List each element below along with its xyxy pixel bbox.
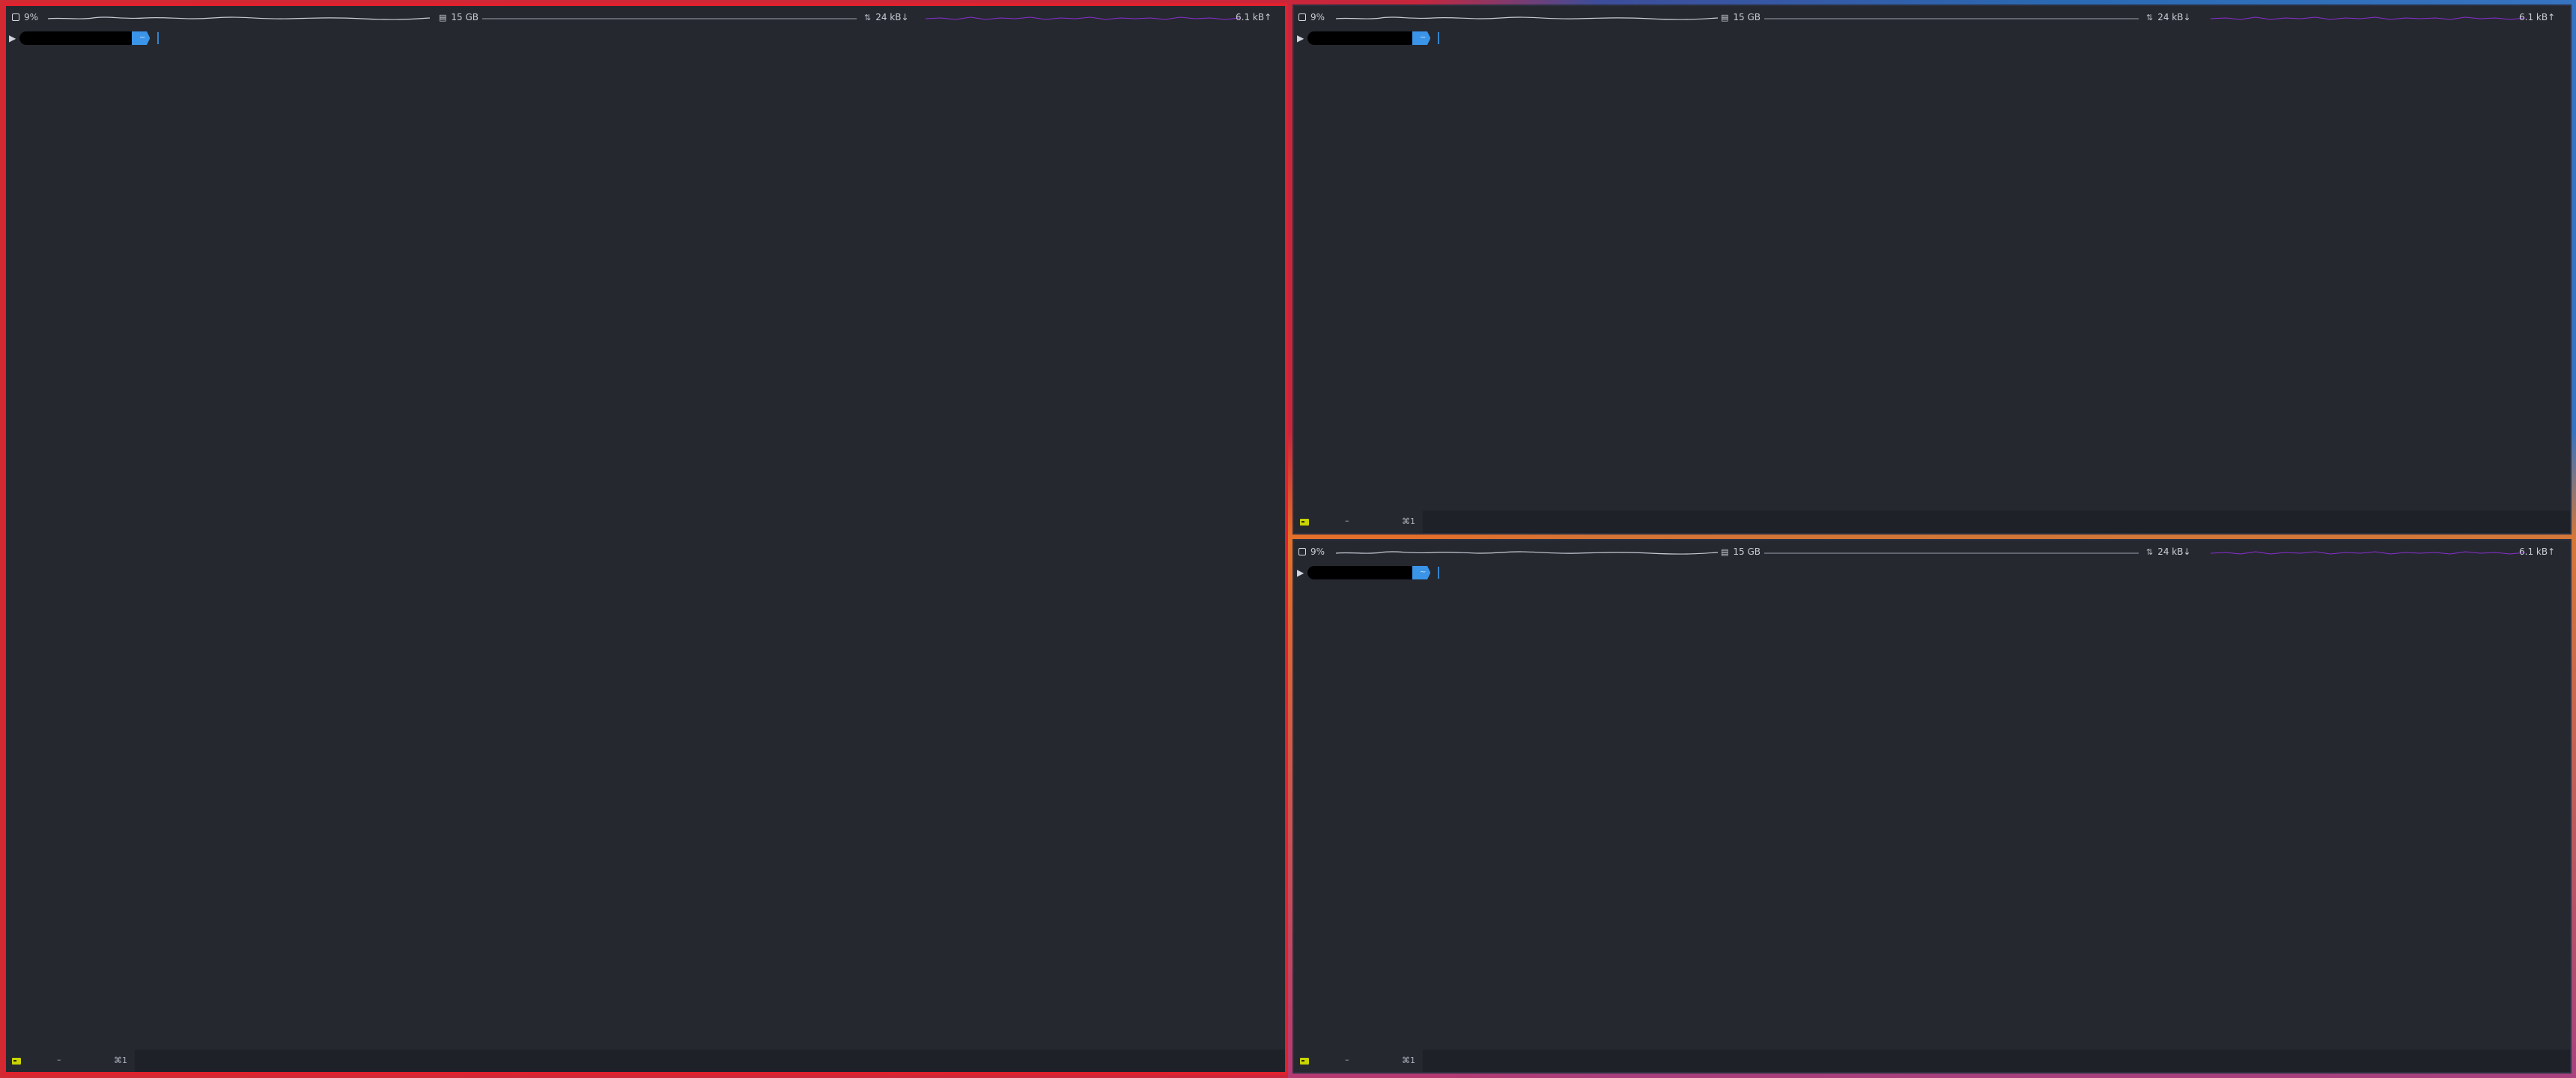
download-value: 24 kB↓ bbox=[2157, 546, 2191, 557]
upload-value: 6.1 kB↑ bbox=[2519, 12, 2556, 22]
memory-indicator: ▤ 15 GB bbox=[439, 10, 479, 24]
memory-sparkline bbox=[1764, 18, 2139, 19]
cpu-indicator: 9% bbox=[1298, 545, 1325, 558]
tab-shortcut: ⌘1 bbox=[1402, 1056, 1415, 1065]
upload-sparkline bbox=[926, 16, 1240, 20]
prompt-line[interactable]: ▶ ~ bbox=[9, 30, 160, 46]
memory-icon: ▤ bbox=[1721, 546, 1729, 557]
prompt-directory-segment: ~ bbox=[1412, 566, 1431, 579]
cpu-value: 9% bbox=[1310, 12, 1325, 22]
prompt-user-segment bbox=[19, 31, 132, 45]
network-icon: ⇅ bbox=[2146, 546, 2154, 557]
prompt-directory-segment: ~ bbox=[132, 31, 151, 45]
status-bar: 9% ▤ 15 GB ⇅ 24 kB↓ 6.1 kB↑ bbox=[6, 6, 1285, 28]
terminal-pane-right-bottom[interactable]: 9% ▤ 15 GB ⇅ 24 kB↓ 6.1 kB↑ ▶ ~ – ⌘1 bbox=[1292, 539, 2572, 1074]
cpu-value: 9% bbox=[24, 12, 39, 22]
pane-footer: – ⌘1 bbox=[1294, 1050, 2570, 1072]
cpu-sparkline bbox=[1336, 551, 1718, 555]
download-value: 24 kB↓ bbox=[875, 12, 909, 22]
footer-title: – bbox=[1345, 516, 1349, 526]
upload-value: 6.1 kB↑ bbox=[1236, 12, 1272, 22]
download-value: 24 kB↓ bbox=[2157, 12, 2191, 22]
pane-footer: – ⌘1 bbox=[1294, 511, 2570, 533]
tab-strip[interactable] bbox=[1423, 511, 2570, 533]
prompt-arrow-icon: ▶ bbox=[1297, 567, 1304, 578]
tab-shortcut: ⌘1 bbox=[114, 1056, 127, 1065]
upload-sparkline bbox=[2211, 16, 2525, 20]
terminal-pane-left[interactable]: 9% ▤ 15 GB ⇅ 24 kB↓ 6.1 kB↑ ▶ ~ – ⌘1 bbox=[3, 3, 1288, 1075]
prompt-line[interactable]: ▶ ~ bbox=[1297, 30, 1440, 46]
cpu-sparkline bbox=[1336, 16, 1718, 20]
tab-strip[interactable] bbox=[1423, 1050, 2570, 1072]
cpu-sparkline bbox=[48, 16, 430, 20]
upload-sparkline bbox=[2211, 551, 2525, 555]
network-indicator: ⇅ 24 kB↓ bbox=[2146, 10, 2191, 24]
memory-icon: ▤ bbox=[1721, 12, 1729, 22]
prompt-directory-segment: ~ bbox=[1412, 31, 1431, 45]
prompt-arrow-icon: ▶ bbox=[1297, 33, 1304, 43]
text-cursor bbox=[157, 32, 160, 44]
memory-sparkline bbox=[1764, 552, 2139, 554]
memory-sparkline bbox=[482, 18, 857, 19]
memory-indicator: ▤ 15 GB bbox=[1721, 545, 1761, 558]
prompt-arrow-icon: ▶ bbox=[9, 33, 16, 43]
prompt-line[interactable]: ▶ ~ bbox=[1297, 564, 1440, 581]
pane-footer: – ⌘1 bbox=[6, 1050, 1285, 1072]
memory-icon: ▤ bbox=[439, 12, 447, 22]
prompt-user-segment bbox=[1307, 31, 1412, 45]
text-cursor bbox=[1438, 567, 1440, 579]
tab-shortcut: ⌘1 bbox=[1402, 517, 1415, 526]
upload-value: 6.1 kB↑ bbox=[2519, 546, 2556, 557]
network-indicator: ⇅ 24 kB↓ bbox=[2146, 545, 2191, 558]
text-cursor bbox=[1438, 32, 1440, 44]
memory-value: 15 GB bbox=[451, 12, 479, 22]
network-icon: ⇅ bbox=[2146, 12, 2154, 22]
memory-value: 15 GB bbox=[1733, 12, 1761, 22]
cpu-icon bbox=[12, 13, 19, 21]
cpu-indicator: 9% bbox=[1298, 10, 1325, 24]
terminal-pane-right-top[interactable]: 9% ▤ 15 GB ⇅ 24 kB↓ 6.1 kB↑ ▶ ~ – ⌘1 bbox=[1292, 4, 2572, 535]
upload-indicator: 6.1 kB↑ bbox=[2519, 10, 2555, 24]
upload-indicator: 6.1 kB↑ bbox=[2519, 545, 2555, 558]
memory-value: 15 GB bbox=[1733, 546, 1761, 557]
terminal-icon bbox=[1300, 519, 1309, 526]
cpu-icon bbox=[1298, 13, 1306, 21]
cpu-indicator: 9% bbox=[12, 10, 38, 24]
terminal-icon bbox=[1300, 1058, 1309, 1065]
status-bar: 9% ▤ 15 GB ⇅ 24 kB↓ 6.1 kB↑ bbox=[1294, 540, 2570, 563]
network-icon: ⇅ bbox=[864, 12, 872, 22]
prompt-user-segment bbox=[1307, 566, 1412, 579]
terminal-icon bbox=[12, 1058, 21, 1065]
tab-strip[interactable] bbox=[135, 1050, 1285, 1072]
footer-title: – bbox=[1345, 1055, 1349, 1065]
cpu-value: 9% bbox=[1310, 546, 1325, 557]
footer-title: – bbox=[57, 1055, 61, 1065]
memory-indicator: ▤ 15 GB bbox=[1721, 10, 1761, 24]
status-bar: 9% ▤ 15 GB ⇅ 24 kB↓ 6.1 kB↑ bbox=[1294, 6, 2570, 28]
network-indicator: ⇅ 24 kB↓ bbox=[864, 10, 909, 24]
cpu-icon bbox=[1298, 548, 1306, 555]
upload-indicator: 6.1 kB↑ bbox=[1236, 10, 1272, 24]
